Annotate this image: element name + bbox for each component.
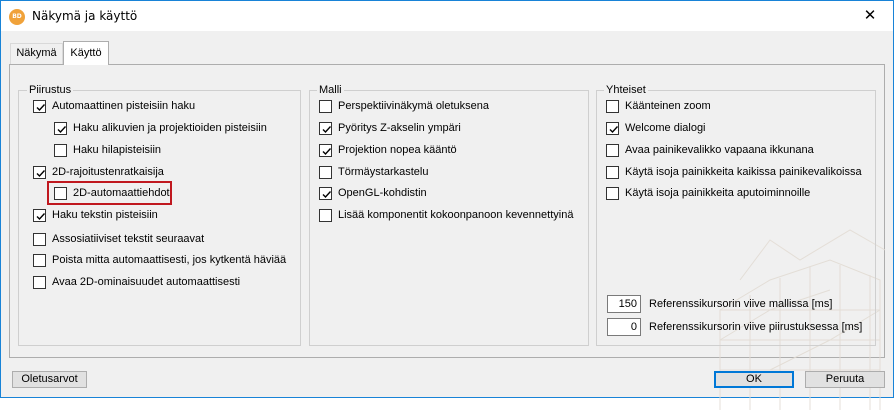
tab-kaytto[interactable]: Käyttö xyxy=(63,41,109,65)
checkbox-label: Automaattinen pisteisiin haku xyxy=(52,100,196,112)
checkbox-box[interactable] xyxy=(33,254,46,267)
check-icon xyxy=(322,191,332,199)
checkbox-box[interactable] xyxy=(319,100,332,113)
checkbox-box[interactable] xyxy=(319,209,332,222)
checkbox-box[interactable] xyxy=(54,144,67,157)
cancel-button[interactable]: Peruuta xyxy=(805,371,885,388)
checkbox-box[interactable] xyxy=(33,100,46,113)
checkbox-label: OpenGL-kohdistin xyxy=(338,187,427,199)
window-title: Näkymä ja käyttö xyxy=(32,9,138,23)
checkbox-label: Käänteinen zoom xyxy=(625,100,711,112)
checkbox-label: Pyöritys Z-akselin ympäri xyxy=(338,122,461,134)
group-title-piirustus: Piirustus xyxy=(27,84,74,96)
checkbox-label: Haku alikuvien ja projektioiden pisteisi… xyxy=(73,122,267,134)
checkbox-label: 2D-automaattiehdot xyxy=(73,187,170,199)
check-icon xyxy=(36,213,46,221)
checkbox-label: Avaa 2D-ominaisuudet automaattisesti xyxy=(52,276,241,288)
check-icon xyxy=(36,170,46,178)
check-icon xyxy=(57,126,67,134)
checkbox-label: Poista mitta automaattisesti, jos kytken… xyxy=(52,254,287,266)
cursor-delay-drawing-input[interactable]: 0 xyxy=(607,318,641,336)
check-icon xyxy=(36,104,46,112)
checkbox-label: Avaa painikevalikko vapaana ikkunana xyxy=(625,144,814,156)
defaults-button[interactable]: Oletusarvot xyxy=(12,371,87,388)
checkbox-label: Lisää komponentit kokoonpanoon kevennett… xyxy=(338,209,574,221)
checkbox-box[interactable] xyxy=(33,166,46,179)
checkbox-box[interactable] xyxy=(319,144,332,157)
checkbox-label: Haku hilapisteisiin xyxy=(73,144,162,156)
checkbox-box[interactable] xyxy=(54,187,67,200)
checkbox-box[interactable] xyxy=(33,276,46,289)
checkbox-label: Assosiatiiviset tekstit seuraavat xyxy=(52,233,205,245)
check-icon xyxy=(322,126,332,134)
checkbox-label: Welcome dialogi xyxy=(625,122,706,134)
cursor-delay-model-input[interactable]: 150 xyxy=(607,295,641,313)
checkbox-box[interactable] xyxy=(606,100,619,113)
checkbox-label: Käytä isoja painikkeita aputoiminnoille xyxy=(625,187,811,199)
checkbox-label: Perspektiivinäkymä oletuksena xyxy=(338,100,490,112)
checkbox-label: Törmäystarkastelu xyxy=(338,166,429,178)
checkbox-box[interactable] xyxy=(606,122,619,135)
checkbox-box[interactable] xyxy=(319,187,332,200)
checkbox-box[interactable] xyxy=(319,166,332,179)
checkbox-label: Projektion nopea kääntö xyxy=(338,144,457,156)
checkbox-box[interactable] xyxy=(54,122,67,135)
ok-button[interactable]: OK xyxy=(714,371,794,388)
close-icon[interactable]: ✕ xyxy=(847,1,893,31)
checkbox-box[interactable] xyxy=(33,233,46,246)
check-icon xyxy=(322,148,332,156)
title-bar[interactable]: BD Näkymä ja käyttö ✕ xyxy=(1,1,893,31)
cursor-delay-model-label: Referenssikursorin viive mallissa [ms] xyxy=(649,298,833,310)
group-title-malli: Malli xyxy=(317,84,344,96)
checkbox-label: 2D-rajoitustenratkaisija xyxy=(52,166,164,178)
checkbox-box[interactable] xyxy=(33,209,46,222)
checkbox-label: Käytä isoja painikkeita kaikissa painike… xyxy=(625,166,862,178)
checkbox-box[interactable] xyxy=(606,144,619,157)
dialog-window: BD Näkymä ja käyttö ✕ Näkymä Käyttö Piir… xyxy=(0,0,894,410)
group-title-yhteiset: Yhteiset xyxy=(604,84,648,96)
checkbox-box[interactable] xyxy=(319,122,332,135)
checkbox-box[interactable] xyxy=(606,166,619,179)
checkbox-label: Haku tekstin pisteisiin xyxy=(52,209,158,221)
tab-nakyma[interactable]: Näkymä xyxy=(10,43,63,64)
check-icon xyxy=(609,126,619,134)
checkbox-box[interactable] xyxy=(606,187,619,200)
app-icon: BD xyxy=(9,9,25,25)
cursor-delay-drawing-label: Referenssikursorin viive piirustuksessa … xyxy=(649,321,863,333)
